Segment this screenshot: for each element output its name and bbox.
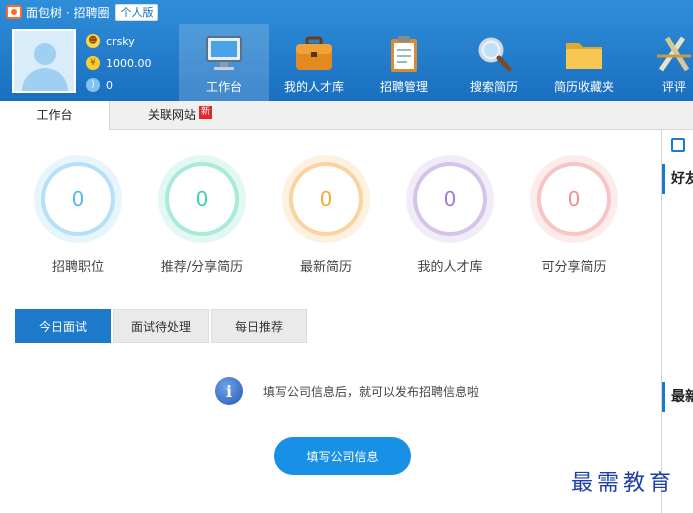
avatar[interactable] <box>12 29 76 93</box>
share-icon[interactable] <box>671 138 685 152</box>
user-name[interactable]: crsky <box>106 35 135 48</box>
clipboard-icon <box>391 36 417 72</box>
nav-label: 评评 <box>661 80 686 94</box>
points-icon: ) <box>86 78 100 92</box>
briefcase-icon <box>296 36 332 70</box>
nav-label: 我的人才库 <box>283 80 344 94</box>
app-title: 面包树 · 招聘圈 <box>26 5 110 20</box>
nav-workbench[interactable]: 工作台 <box>179 24 269 101</box>
nav-review[interactable]: 评评 <box>629 24 693 101</box>
stat-positions[interactable]: 0 招聘职位 <box>34 155 122 275</box>
coin-balance: 1000.00 <box>106 56 152 70</box>
stat-label: 推荐/分享简历 <box>160 260 244 275</box>
stat-value: 0 <box>541 166 607 232</box>
stat-label: 最新简历 <box>299 260 352 275</box>
nav-label: 搜索简历 <box>469 80 518 94</box>
tab-pending-interview[interactable]: 面试待处理 <box>113 309 209 343</box>
edition-badge[interactable]: 个人版 <box>115 3 159 21</box>
stat-label: 我的人才库 <box>417 260 483 275</box>
tab-today-interview[interactable]: 今日面试 <box>15 309 111 343</box>
nav-label: 招聘管理 <box>379 80 428 94</box>
user-info: ☻ crsky ¥ 1000.00 ) 0 <box>86 30 152 96</box>
stat-value: 0 <box>45 166 111 232</box>
right-panel: 好友 最新 <box>661 130 693 513</box>
tab-label: 工作台 <box>36 108 73 122</box>
app-header: 面包树 · 招聘圈 个人版 ☻ crsky ¥ 1000.00 ) 0 工作台 … <box>0 0 693 101</box>
notice: i 填写公司信息后，就可以发布招聘信息啦 <box>215 377 479 405</box>
tab-bar: 工作台 关联网站新 <box>0 101 693 130</box>
ruler-icon <box>657 36 691 72</box>
app-logo-icon <box>6 5 22 19</box>
nav-recruit-manage[interactable]: 招聘管理 <box>359 24 449 101</box>
title-bar: 面包树 · 招聘圈 个人版 <box>6 3 159 21</box>
tab-daily-recommend[interactable]: 每日推荐 <box>211 309 307 343</box>
tab-workbench[interactable]: 工作台 <box>0 101 110 130</box>
new-badge: 新 <box>199 106 213 119</box>
stat-value: 0 <box>417 166 483 232</box>
stat-value: 0 <box>169 166 235 232</box>
tab-label: 关联网站 <box>147 108 196 122</box>
points-value: 0 <box>106 78 113 92</box>
main-nav: 工作台 我的人才库 招聘管理 搜索简历 简历收藏夹 评评 <box>179 24 693 101</box>
monitor-icon <box>206 36 242 70</box>
nav-resume-favorites[interactable]: 简历收藏夹 <box>539 24 629 101</box>
folder-icon <box>566 43 602 69</box>
nav-search-resume[interactable]: 搜索简历 <box>449 24 539 101</box>
nav-label: 简历收藏夹 <box>553 80 614 94</box>
panel-title-latest: 最新 <box>662 382 693 412</box>
info-icon: i <box>215 377 243 405</box>
nav-talent-pool[interactable]: 我的人才库 <box>269 24 359 101</box>
points-row: ) 0 <box>86 74 152 96</box>
fill-company-info-button[interactable]: 填写公司信息 <box>274 437 411 475</box>
stat-value: 0 <box>293 166 359 232</box>
nav-label: 工作台 <box>205 80 242 94</box>
user-name-row: ☻ crsky <box>86 30 152 52</box>
coin-icon: ¥ <box>86 56 100 70</box>
stat-label: 招聘职位 <box>51 260 104 275</box>
stat-recommended-resumes[interactable]: 0 推荐/分享简历 <box>158 155 246 275</box>
watermark: 最需教育 <box>571 471 676 496</box>
magnifier-icon <box>478 37 512 72</box>
notice-text: 填写公司信息后，就可以发布招聘信息啦 <box>263 384 480 399</box>
stat-talent-pool[interactable]: 0 我的人才库 <box>406 155 494 275</box>
tab-related-sites[interactable]: 关联网站新 <box>130 101 230 130</box>
panel-title-friends: 好友 <box>662 164 693 194</box>
stat-shareable-resumes[interactable]: 0 可分享简历 <box>530 155 618 275</box>
stat-latest-resumes[interactable]: 0 最新简历 <box>282 155 370 275</box>
interview-tabs: 今日面试 面试待处理 每日推荐 <box>15 309 309 343</box>
stat-label: 可分享简历 <box>541 260 607 275</box>
user-icon: ☻ <box>86 34 100 48</box>
coins-row: ¥ 1000.00 <box>86 52 152 74</box>
